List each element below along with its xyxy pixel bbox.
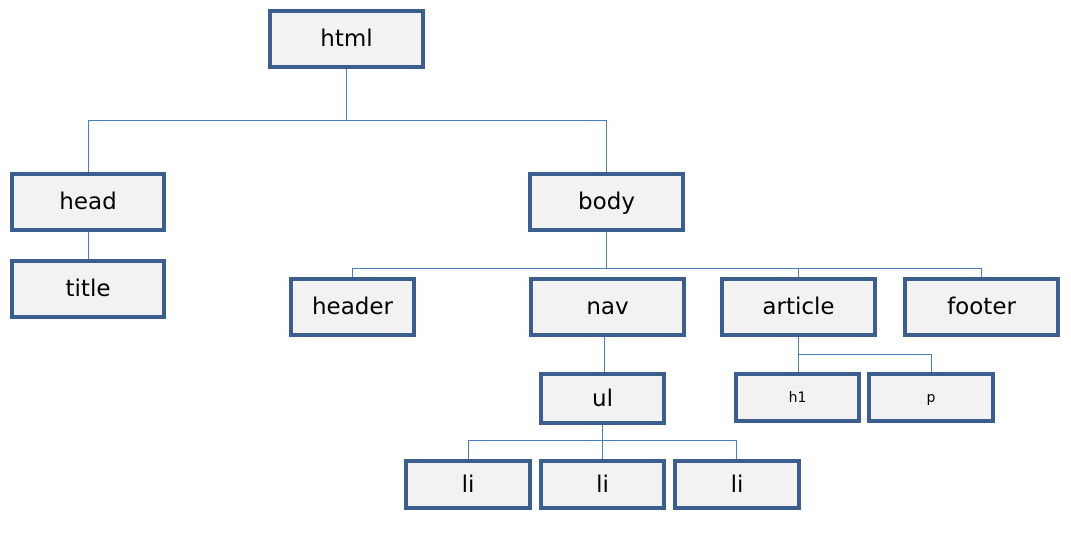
node-p: p [867, 372, 995, 423]
node-article: article [720, 277, 877, 337]
connector [352, 268, 353, 277]
node-header: header [289, 277, 416, 337]
connector [346, 69, 347, 120]
node-nav: nav [529, 277, 686, 337]
node-li: li [404, 459, 532, 510]
connector [88, 120, 607, 121]
connector [798, 268, 799, 277]
node-ul: ul [539, 372, 666, 425]
node-li: li [673, 459, 801, 510]
connector [468, 440, 469, 459]
connector [352, 268, 982, 269]
node-h1: h1 [734, 372, 861, 423]
connector [606, 120, 607, 172]
connector [736, 440, 737, 459]
node-body: body [528, 172, 685, 232]
node-title: title [10, 259, 166, 319]
connector [606, 232, 607, 268]
node-li: li [539, 459, 666, 510]
node-head: head [10, 172, 166, 232]
connector [798, 354, 931, 355]
node-footer: footer [903, 277, 1060, 337]
node-html: html [268, 9, 425, 69]
connector [604, 337, 605, 372]
connector [602, 424, 603, 459]
connector [931, 354, 932, 372]
connector [981, 268, 982, 277]
connector [88, 120, 89, 172]
dom-tree-diagram: html head title body header nav article … [0, 0, 1071, 533]
connector [88, 232, 89, 259]
connector [468, 440, 737, 441]
